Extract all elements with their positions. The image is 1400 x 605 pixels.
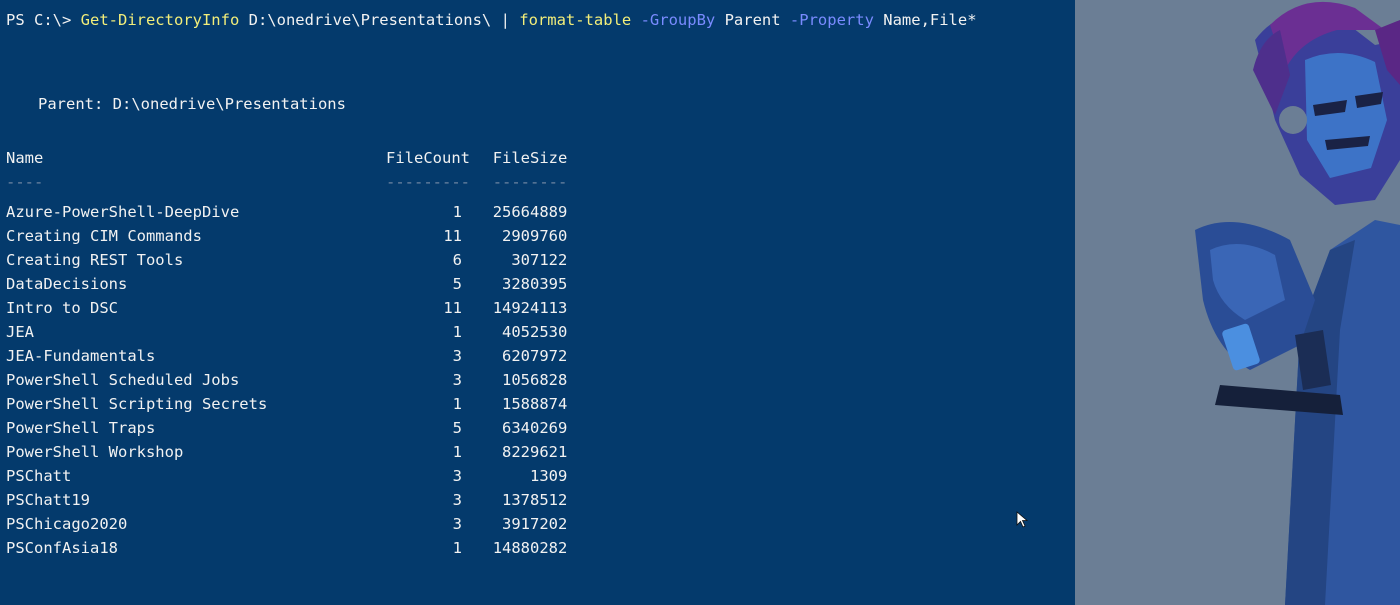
- param-groupby: -GroupBy: [631, 11, 716, 29]
- row-name: PowerShell Scripting Secrets: [6, 395, 268, 413]
- header-filesize: FileSize: [492, 149, 568, 167]
- row-name: PSConfAsia18: [6, 539, 118, 557]
- row-filesize: 2909760: [502, 227, 568, 245]
- table-row: Creating REST Tools 6 307122: [6, 248, 567, 272]
- row-name: DataDecisions: [6, 275, 128, 293]
- row-filecount: 5: [452, 419, 462, 437]
- mouse-cursor-icon: [1016, 511, 1030, 529]
- row-filesize: 1588874: [502, 395, 568, 413]
- row-name: PSChatt: [6, 467, 72, 485]
- row-filecount: 3: [452, 371, 462, 389]
- row-filesize: 307122: [511, 251, 568, 269]
- value-parent: Parent: [715, 11, 781, 29]
- row-name: PSChicago2020: [6, 515, 128, 533]
- row-filesize: 8229621: [502, 443, 568, 461]
- pipe-symbol: |: [500, 11, 520, 29]
- cmdlet-get-directoryinfo: Get-DirectoryInfo: [80, 11, 240, 29]
- row-filecount: 1: [452, 323, 462, 341]
- table-row: Intro to DSC 11 14924113: [6, 296, 567, 320]
- row-filecount: 1: [452, 395, 462, 413]
- table-row: PowerShell Scheduled Jobs 3 1056828: [6, 368, 567, 392]
- row-name: Intro to DSC: [6, 299, 118, 317]
- param-property: -Property: [780, 11, 874, 29]
- row-name: PowerShell Traps: [6, 419, 156, 437]
- command-path: D:\onedrive\Presentations\: [239, 11, 501, 29]
- row-filecount: 3: [452, 491, 462, 509]
- group-header: Parent: D:\onedrive\Presentations: [38, 95, 346, 113]
- table-row: Azure-PowerShell-DeepDive 1 25664889: [6, 200, 567, 224]
- row-filesize: 4052530: [502, 323, 568, 341]
- row-filesize: 1378512: [502, 491, 568, 509]
- table-row: PowerShell Workshop 1 8229621: [6, 440, 567, 464]
- row-filesize: 3917202: [502, 515, 568, 533]
- row-name: JEA-Fundamentals: [6, 347, 156, 365]
- row-name: PowerShell Scheduled Jobs: [6, 371, 240, 389]
- row-name: JEA: [6, 323, 34, 341]
- row-filecount: 3: [452, 467, 462, 485]
- cmdlet-format-table: format-table: [519, 11, 632, 29]
- row-filesize: 3280395: [502, 275, 568, 293]
- table-row: JEA-Fundamentals 3 6207972: [6, 344, 567, 368]
- row-filecount: 1: [452, 539, 462, 557]
- header-filecount: FileCount: [386, 149, 470, 167]
- command-line: PS C:\> Get-DirectoryInfo D:\onedrive\Pr…: [6, 8, 977, 32]
- row-name: Creating REST Tools: [6, 251, 184, 269]
- row-filecount: 5: [452, 275, 462, 293]
- powershell-terminal[interactable]: PS C:\> Get-DirectoryInfo D:\onedrive\Pr…: [0, 0, 1400, 605]
- row-filesize: 6340269: [502, 419, 568, 437]
- separator-filecount: ---------: [386, 173, 470, 191]
- row-filecount: 3: [452, 515, 462, 533]
- table-row: JEA 1 4052530: [6, 320, 567, 344]
- row-filesize: 25664889: [492, 203, 568, 221]
- table-row: PSChicago2020 3 3917202: [6, 512, 567, 536]
- row-filecount: 3: [452, 347, 462, 365]
- row-name: PSChatt19: [6, 491, 90, 509]
- separator-name: ----: [6, 173, 44, 191]
- table-row: DataDecisions 5 3280395: [6, 272, 567, 296]
- table-row: PSConfAsia18 1 14880282: [6, 536, 567, 560]
- row-filecount: 6: [452, 251, 462, 269]
- table-header: Name FileCount FileSize: [6, 146, 567, 170]
- row-name: PowerShell Workshop: [6, 443, 184, 461]
- row-filesize: 6207972: [502, 347, 568, 365]
- row-name: Creating CIM Commands: [6, 227, 202, 245]
- row-name: Azure-PowerShell-DeepDive: [6, 203, 240, 221]
- prompt: PS C:\>: [6, 11, 81, 29]
- row-filecount: 1: [452, 443, 462, 461]
- row-filecount: 11: [443, 227, 462, 245]
- separator-filesize: --------: [492, 173, 568, 191]
- table-separator: ---- --------- --------: [6, 170, 567, 194]
- character-illustration-icon: [1075, 0, 1400, 605]
- table-row: PSChatt19 3 1378512: [6, 488, 567, 512]
- row-filecount: 1: [452, 203, 462, 221]
- row-filesize: 1056828: [502, 371, 568, 389]
- row-filecount: 11: [443, 299, 462, 317]
- table-row: PSChatt 3 1309: [6, 464, 567, 488]
- table-row: Creating CIM Commands 11 2909760: [6, 224, 567, 248]
- value-properties: Name,File*: [873, 11, 977, 29]
- row-filesize: 14924113: [492, 299, 568, 317]
- row-filesize: 14880282: [492, 539, 568, 557]
- table-row: PowerShell Traps 5 6340269: [6, 416, 567, 440]
- table-row: PowerShell Scripting Secrets 1 1588874: [6, 392, 567, 416]
- row-filesize: 1309: [530, 467, 568, 485]
- header-name: Name: [6, 149, 44, 167]
